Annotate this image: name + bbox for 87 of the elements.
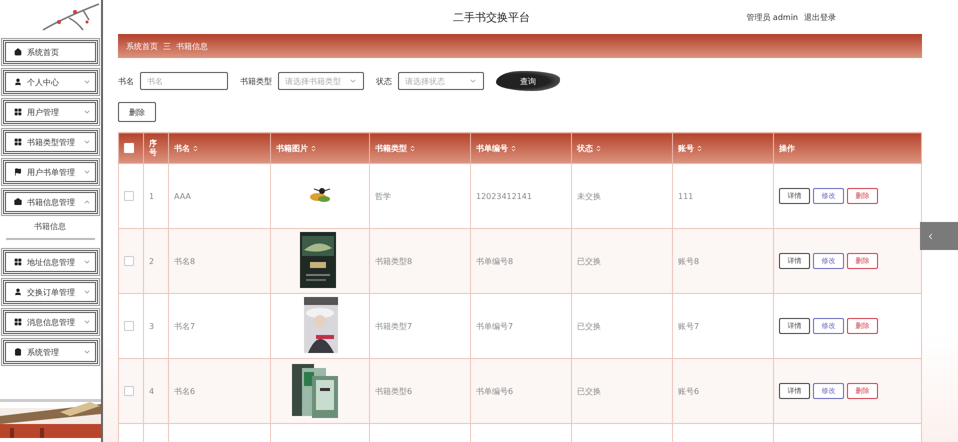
- chevron-down-icon: [83, 348, 91, 356]
- chevron-down-icon: [83, 78, 91, 86]
- table-cell: 12023412141: [476, 192, 532, 200]
- filter-label: 书籍类型: [240, 76, 272, 86]
- chevron-up-icon: [83, 198, 91, 206]
- sort-icon[interactable]: [510, 144, 517, 152]
- sidebar-item[interactable]: 用户管理: [3, 100, 98, 124]
- site-title: 二手书交换平台: [453, 10, 530, 24]
- table-cell: 111: [678, 192, 694, 200]
- chevron-down-icon: [83, 108, 91, 116]
- sidebar-item[interactable]: 消息信息管理: [3, 310, 98, 334]
- column-header: 书籍类型: [375, 142, 407, 154]
- checkbox[interactable]: [124, 191, 134, 201]
- table-cell: 2: [149, 256, 154, 266]
- grid-icon: [14, 318, 22, 326]
- table-cell: 书籍类型6: [375, 386, 412, 396]
- sort-icon[interactable]: [310, 144, 317, 152]
- checkbox[interactable]: [124, 386, 134, 396]
- sort-icon[interactable]: [409, 144, 416, 152]
- filter-label: 状态: [376, 76, 392, 86]
- table-cell: 书籍类型7: [375, 322, 412, 330]
- input-field[interactable]: 书名: [140, 72, 228, 90]
- checkbox[interactable]: [124, 256, 134, 266]
- table-cell: 书名6: [174, 386, 196, 396]
- sidebar-item[interactable]: 地址信息管理: [3, 250, 98, 274]
- sidebar-item[interactable]: 系统首页: [3, 40, 98, 64]
- table-cell: 书单编号6: [476, 386, 514, 396]
- table-cell: 已交换: [577, 386, 601, 396]
- sidebar-item[interactable]: 书籍信息管理: [3, 190, 98, 214]
- chevron-left-icon: [926, 232, 935, 240]
- column-header: 书单编号: [476, 142, 508, 154]
- briefcase-icon: [14, 198, 22, 206]
- table-cell: 书籍类型8: [375, 256, 412, 266]
- filter-label: 书名: [118, 76, 134, 86]
- grid-icon: [14, 258, 22, 266]
- column-header: 书名: [174, 142, 190, 154]
- table-cell: 账号7: [678, 322, 700, 330]
- sort-icon[interactable]: [696, 144, 703, 152]
- sidebar-subitem[interactable]: 书籍信息: [6, 220, 95, 240]
- breadcrumb-item[interactable]: 系统首页: [126, 40, 158, 52]
- search-button[interactable]: 查询: [496, 71, 560, 91]
- user-label: 管理员 admin: [746, 12, 798, 22]
- sort-icon[interactable]: [595, 144, 602, 152]
- chevron-down-icon: [83, 138, 91, 146]
- table-cell: 书名7: [174, 322, 196, 330]
- grid-icon: [14, 108, 22, 116]
- table-cell: 未交换: [577, 192, 601, 200]
- chevron-down-icon: [349, 77, 357, 85]
- table-cell: 4: [149, 386, 154, 396]
- table-cell: 书单编号8: [476, 256, 514, 266]
- sidebar-item[interactable]: 系统管理: [3, 340, 98, 364]
- grid-icon: [14, 138, 22, 146]
- chevron-down-icon: [83, 288, 91, 296]
- sidebar-item[interactable]: 个人中心: [3, 70, 98, 94]
- table-cell: 已交换: [577, 322, 601, 330]
- column-header: 序号: [149, 140, 157, 158]
- logout-link[interactable]: 退出登录: [804, 12, 836, 22]
- user-icon: [14, 288, 22, 296]
- table-cell: 3: [149, 322, 154, 330]
- chevron-down-icon: [83, 168, 91, 176]
- home-icon: [14, 48, 22, 56]
- user-icon: [14, 78, 22, 86]
- table-cell: AAA: [174, 192, 191, 200]
- column-header: 书籍图片: [276, 142, 308, 154]
- sort-icon[interactable]: [192, 144, 199, 152]
- checkbox[interactable]: [124, 321, 134, 331]
- table-cell: 账号8: [678, 256, 700, 266]
- delete-button[interactable]: 删除: [118, 102, 156, 122]
- chevron-down-icon: [469, 77, 477, 85]
- sidebar-item[interactable]: 用户书单管理: [3, 160, 98, 184]
- table-cell: 1: [149, 192, 154, 200]
- table-cell: 已交换: [577, 256, 601, 266]
- sidebar-item[interactable]: 交换订单管理: [3, 280, 98, 304]
- table-cell: 书单编号7: [476, 322, 514, 330]
- breadcrumb-separator: 三: [163, 40, 171, 52]
- table-cell: 书名8: [174, 256, 196, 266]
- column-header: 状态: [577, 142, 593, 154]
- breadcrumb-item[interactable]: 书籍信息: [176, 40, 208, 52]
- sidebar-item[interactable]: 书籍类型管理: [3, 130, 98, 154]
- flag-icon: [14, 168, 22, 176]
- table-cell: 哲学: [375, 192, 391, 200]
- chevron-down-icon: [83, 258, 91, 266]
- column-header: 账号: [678, 142, 694, 154]
- chevron-down-icon: [83, 318, 91, 326]
- column-header: 操作: [779, 142, 795, 154]
- clipboard-icon: [14, 348, 22, 356]
- table-cell: 账号6: [678, 386, 700, 396]
